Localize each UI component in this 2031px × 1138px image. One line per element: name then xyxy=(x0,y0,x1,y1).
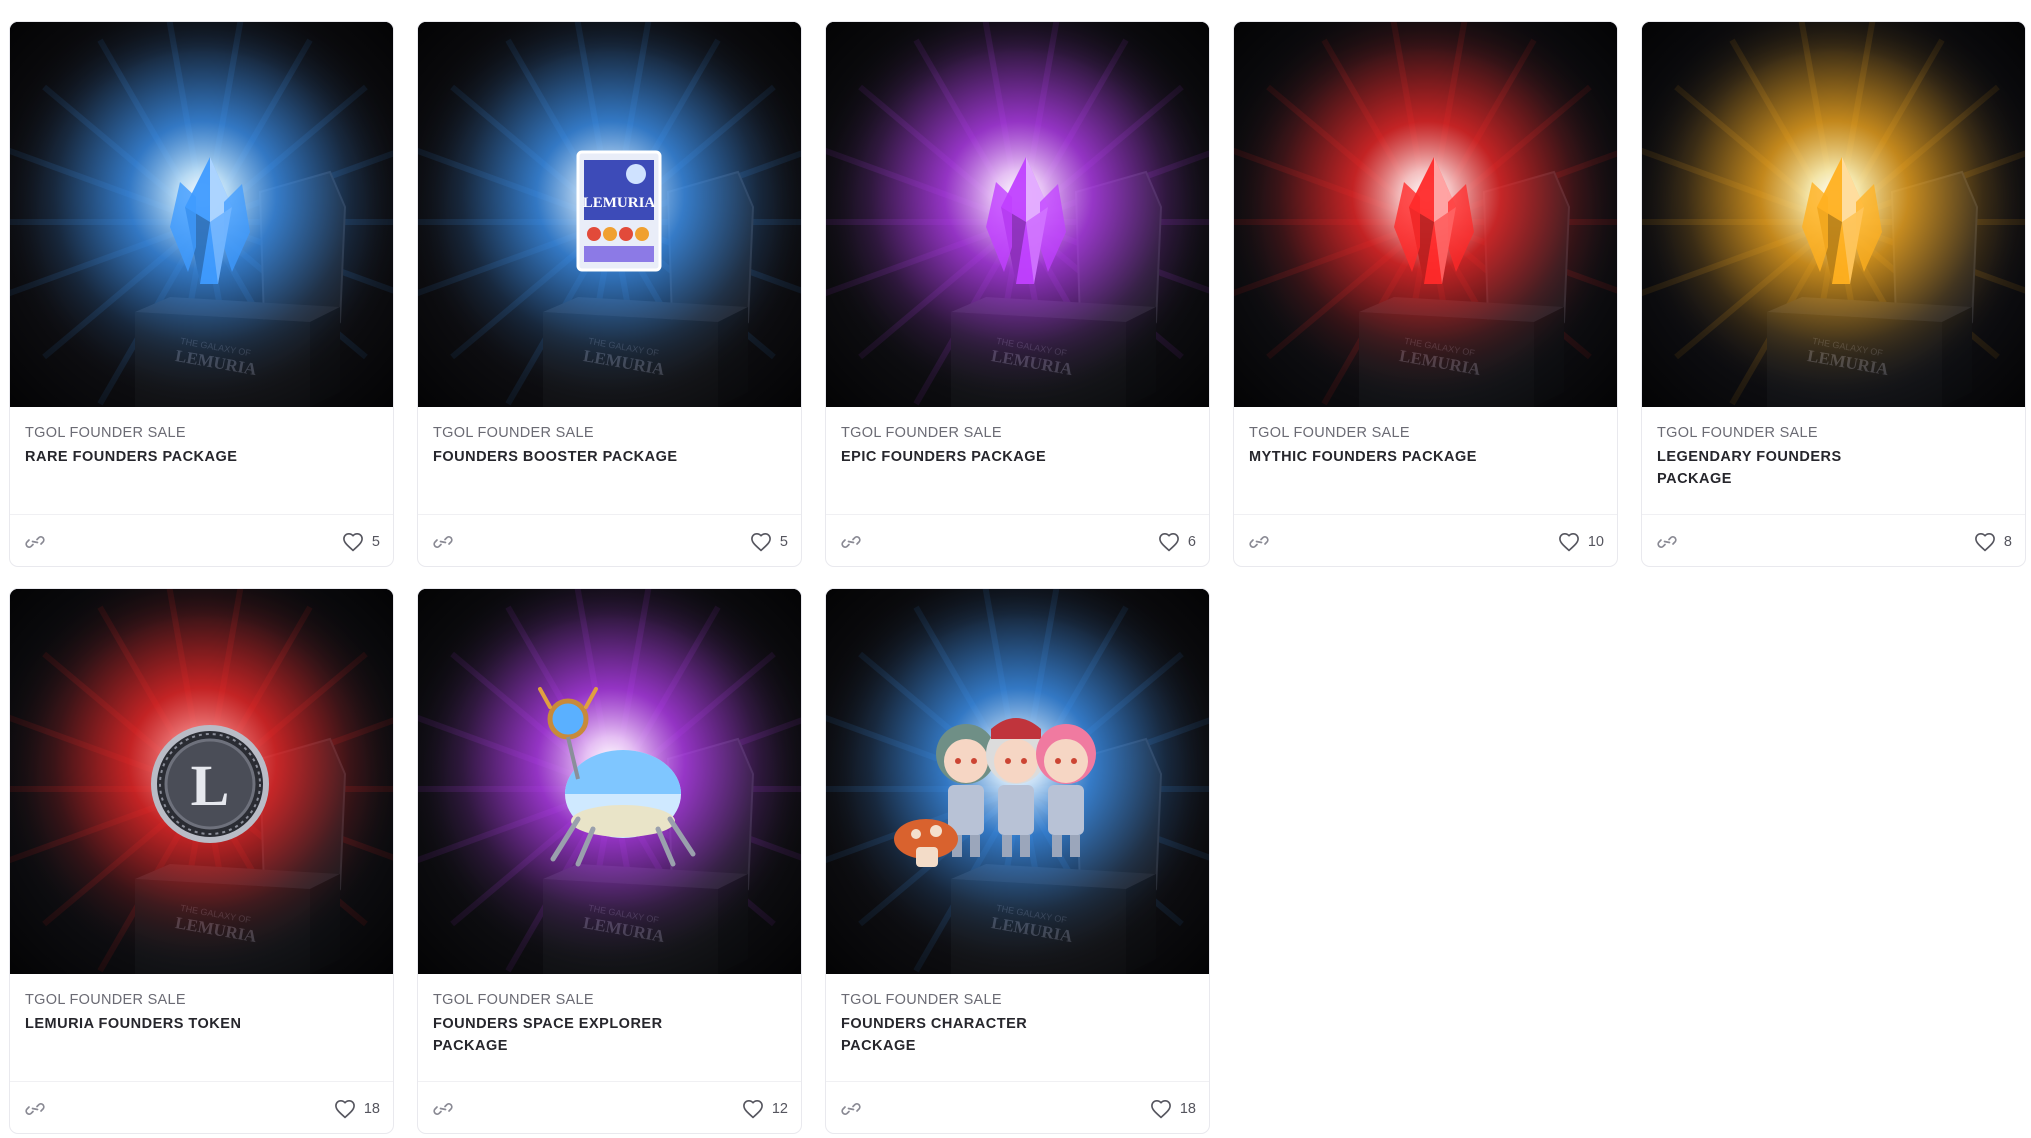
nft-card[interactable]: THE GALAXY OF LEMURIA TGOL FOUNDER SALE … xyxy=(417,588,802,1134)
nft-image[interactable]: THE GALAXY OF LEMURIA xyxy=(826,22,1209,407)
nft-image[interactable]: THE GALAXY OF LEMURIA LEMURIA xyxy=(418,22,801,407)
card-info: TGOL FOUNDER SALE FOUNDERS BOOSTER PACKA… xyxy=(418,407,801,514)
nft-image[interactable]: THE GALAXY OF LEMURIA L xyxy=(10,589,393,974)
nft-card[interactable]: THE GALAXY OF LEMURIA LEMURIA TGOL FOUND… xyxy=(417,21,802,567)
collection-name[interactable]: TGOL FOUNDER SALE xyxy=(1249,423,1604,443)
nft-image[interactable]: THE GALAXY OF LEMURIA xyxy=(1234,22,1617,407)
card-info: TGOL FOUNDER SALE RARE FOUNDERS PACKAGE xyxy=(10,407,393,514)
collection-name[interactable]: TGOL FOUNDER SALE xyxy=(25,423,380,443)
like-count: 12 xyxy=(771,1100,788,1117)
heart-icon xyxy=(742,1099,763,1118)
heart-icon xyxy=(1975,532,1995,551)
like-count: 6 xyxy=(1187,533,1196,550)
collection-name[interactable]: TGOL FOUNDER SALE xyxy=(841,990,1196,1010)
like-count: 5 xyxy=(371,533,380,550)
link-icon[interactable] xyxy=(1657,535,1677,549)
card-footer: 8 xyxy=(1642,514,2025,566)
item-title[interactable]: FOUNDERS SPACE EXPLORER PACKAGE xyxy=(433,1013,683,1057)
item-title[interactable]: LEGENDARY FOUNDERS PACKAGE xyxy=(1657,446,1907,490)
card-info: TGOL FOUNDER SALE LEMURIA FOUNDERS TOKEN xyxy=(10,974,393,1081)
card-info: TGOL FOUNDER SALE FOUNDERS CHARACTER PAC… xyxy=(826,974,1209,1081)
nft-image[interactable]: THE GALAXY OF LEMURIA xyxy=(826,589,1209,974)
item-title[interactable]: EPIC FOUNDERS PACKAGE xyxy=(841,446,1091,468)
like-button[interactable]: 18 xyxy=(334,1099,380,1119)
card-footer: 18 xyxy=(10,1081,393,1133)
card-info: TGOL FOUNDER SALE MYTHIC FOUNDERS PACKAG… xyxy=(1234,407,1617,514)
like-count: 18 xyxy=(363,1100,380,1117)
like-count: 8 xyxy=(2003,533,2012,550)
card-footer: 5 xyxy=(10,514,393,566)
nft-card[interactable]: THE GALAXY OF LEMURIA TGOL FOUNDER SALE … xyxy=(1641,21,2026,567)
like-button[interactable]: 8 xyxy=(1974,532,2012,552)
card-info: TGOL FOUNDER SALE FOUNDERS SPACE EXPLORE… xyxy=(418,974,801,1081)
collection-name[interactable]: TGOL FOUNDER SALE xyxy=(433,990,788,1010)
link-icon[interactable] xyxy=(1249,535,1269,549)
like-count: 18 xyxy=(1179,1100,1196,1117)
card-info: TGOL FOUNDER SALE EPIC FOUNDERS PACKAGE xyxy=(826,407,1209,514)
nft-image[interactable]: THE GALAXY OF LEMURIA xyxy=(418,589,801,974)
item-title[interactable]: MYTHIC FOUNDERS PACKAGE xyxy=(1249,446,1499,468)
collection-name[interactable]: TGOL FOUNDER SALE xyxy=(433,423,788,443)
like-button[interactable]: 10 xyxy=(1558,532,1604,552)
item-title[interactable]: RARE FOUNDERS PACKAGE xyxy=(25,446,275,468)
link-icon[interactable] xyxy=(25,1102,45,1116)
item-title[interactable]: LEMURIA FOUNDERS TOKEN xyxy=(25,1013,275,1035)
nft-image[interactable]: THE GALAXY OF LEMURIA xyxy=(1642,22,2025,407)
heart-icon xyxy=(1159,532,1179,551)
link-icon[interactable] xyxy=(25,535,45,549)
heart-icon xyxy=(751,532,771,551)
card-footer: 18 xyxy=(826,1081,1209,1133)
like-count: 5 xyxy=(779,533,788,550)
nft-card[interactable]: THE GALAXY OF LEMURIA TGOL FOUNDER SALE … xyxy=(9,21,394,567)
nft-card[interactable]: THE GALAXY OF LEMURIA xyxy=(825,588,1210,1134)
like-button[interactable]: 6 xyxy=(1158,532,1196,552)
card-footer: 6 xyxy=(826,514,1209,566)
heart-icon xyxy=(1150,1099,1171,1118)
card-info: TGOL FOUNDER SALE LEGENDARY FOUNDERS PAC… xyxy=(1642,407,2025,514)
collection-name[interactable]: TGOL FOUNDER SALE xyxy=(25,990,380,1010)
collection-name[interactable]: TGOL FOUNDER SALE xyxy=(1657,423,2012,443)
item-title[interactable]: FOUNDERS BOOSTER PACKAGE xyxy=(433,446,683,468)
nft-card[interactable]: THE GALAXY OF LEMURIA TGOL FOUNDER SALE … xyxy=(1233,21,1618,567)
heart-icon xyxy=(1558,532,1579,551)
heart-icon xyxy=(334,1099,355,1118)
like-button[interactable]: 5 xyxy=(342,532,380,552)
link-icon[interactable] xyxy=(841,535,861,549)
card-footer: 5 xyxy=(418,514,801,566)
like-button[interactable]: 12 xyxy=(742,1099,788,1119)
like-button[interactable]: 5 xyxy=(750,532,788,552)
nft-card[interactable]: THE GALAXY OF LEMURIA TGOL FOUNDER SALE … xyxy=(825,21,1210,567)
nft-card[interactable]: THE GALAXY OF LEMURIA L TGOL FOUNDER SAL… xyxy=(9,588,394,1134)
card-footer: 10 xyxy=(1234,514,1617,566)
link-icon[interactable] xyxy=(433,1102,453,1116)
like-count: 10 xyxy=(1587,533,1604,550)
heart-icon xyxy=(343,532,363,551)
collection-name[interactable]: TGOL FOUNDER SALE xyxy=(841,423,1196,443)
card-footer: 12 xyxy=(418,1081,801,1133)
nft-image[interactable]: THE GALAXY OF LEMURIA xyxy=(10,22,393,407)
like-button[interactable]: 18 xyxy=(1150,1099,1196,1119)
link-icon[interactable] xyxy=(841,1102,861,1116)
item-title[interactable]: FOUNDERS CHARACTER PACKAGE xyxy=(841,1013,1091,1057)
link-icon[interactable] xyxy=(433,535,453,549)
